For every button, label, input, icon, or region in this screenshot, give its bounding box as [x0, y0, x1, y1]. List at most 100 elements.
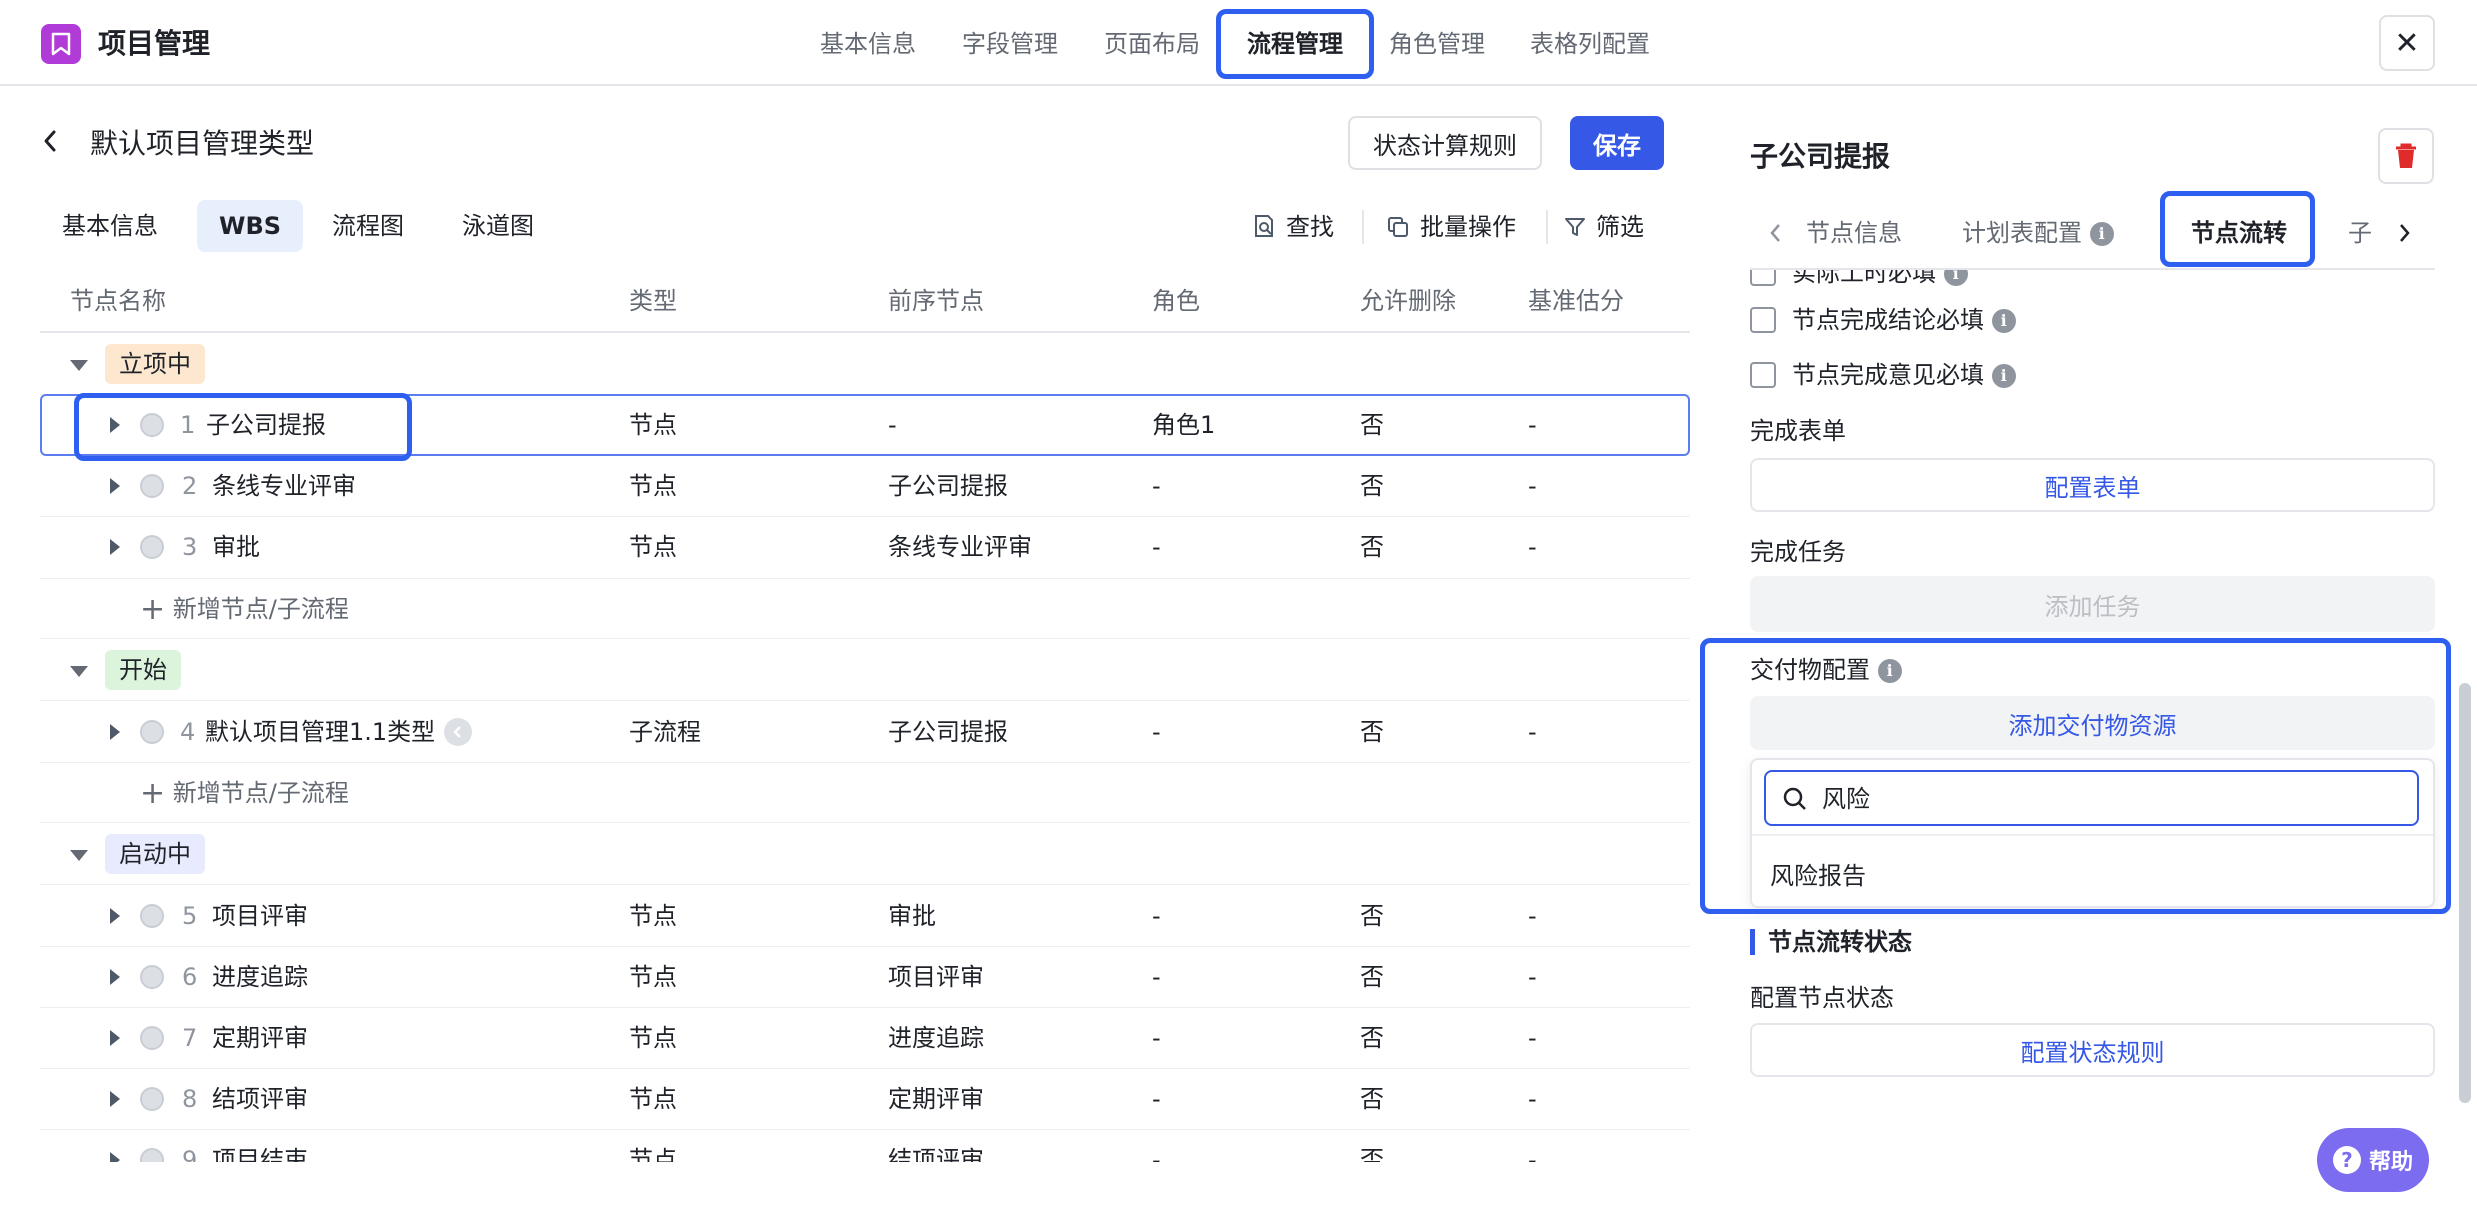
- add-task-button[interactable]: 添加任务: [1750, 576, 2435, 632]
- filter-tool[interactable]: 筛选: [1564, 210, 1644, 244]
- find-label: 查找: [1286, 213, 1334, 241]
- subtab-basic-info[interactable]: 基本信息: [40, 200, 180, 252]
- highlight-box: [1700, 638, 2451, 914]
- tab-table-column-config[interactable]: 表格列配置: [1530, 24, 1650, 64]
- tab-basic-info[interactable]: 基本信息: [820, 24, 916, 64]
- node-prev: 条线专业评审: [888, 533, 1032, 561]
- batch-tool[interactable]: 批量操作: [1386, 210, 1516, 244]
- node-prev: 进度追踪: [888, 1024, 984, 1052]
- info-icon: i: [2089, 222, 2114, 246]
- node-role: 角色1: [1152, 411, 1216, 439]
- tab-page-layout[interactable]: 页面布局: [1104, 24, 1200, 64]
- subflow-icon: [444, 718, 472, 746]
- highlight-box: [1216, 9, 1374, 79]
- node-role: -: [1152, 472, 1161, 500]
- expand-caret-icon[interactable]: [110, 1091, 120, 1107]
- node-allow-delete: 否: [1360, 902, 1384, 930]
- node-prev: 项目评审: [888, 963, 984, 991]
- group-tag: 启动中: [105, 834, 205, 874]
- tab-plan-config[interactable]: 计划表配置 i: [1962, 216, 2114, 250]
- tab-next-chevron-icon[interactable]: [2396, 219, 2412, 251]
- row-index: 8: [182, 1085, 198, 1113]
- node-type: 节点: [629, 963, 677, 991]
- row-divider: [40, 822, 1690, 823]
- checkbox-actual-hours[interactable]: [1750, 270, 1776, 286]
- status-dot-icon: [140, 1026, 164, 1050]
- add-node-button[interactable]: + 新增节点/子流程: [140, 776, 349, 811]
- checkbox-conclusion-required[interactable]: [1750, 307, 1776, 333]
- node-prev: 审批: [888, 902, 936, 930]
- expand-caret-icon[interactable]: [110, 724, 120, 740]
- expand-caret-icon[interactable]: [110, 969, 120, 985]
- row-divider: [40, 516, 1690, 517]
- table-row[interactable]: 9 项目结束 节点 结项评审 - 否 -: [0, 1130, 1700, 1162]
- trash-icon: [2396, 143, 2416, 168]
- node-type: 节点: [629, 1146, 677, 1162]
- tab-field-management[interactable]: 字段管理: [962, 24, 1058, 64]
- status-dot-icon: [140, 965, 164, 989]
- group-tag: 开始: [105, 650, 181, 690]
- expand-caret-icon[interactable]: [110, 1152, 120, 1162]
- collapse-caret-icon[interactable]: [70, 850, 88, 861]
- back-chevron-icon[interactable]: [40, 126, 60, 164]
- collapse-caret-icon[interactable]: [70, 360, 88, 371]
- help-button[interactable]: ? 帮助: [2317, 1128, 2429, 1192]
- tab-node-info[interactable]: 节点信息: [1806, 216, 1902, 250]
- config-status-button[interactable]: 配置状态规则: [1750, 1023, 2435, 1077]
- row-index: 6: [182, 963, 198, 991]
- node-baseline: -: [1528, 1024, 1537, 1052]
- plus-icon: +: [140, 776, 166, 811]
- save-button[interactable]: 保存: [1570, 116, 1664, 170]
- checkbox-label: 节点完成意见必填 i: [1792, 358, 2016, 392]
- status-rule-button[interactable]: 状态计算规则: [1348, 116, 1542, 170]
- node-allow-delete: 否: [1360, 1085, 1384, 1113]
- node-role: -: [1152, 1085, 1161, 1113]
- expand-caret-icon[interactable]: [110, 908, 120, 924]
- checkbox-opinion-required[interactable]: [1750, 362, 1776, 388]
- tab-prev-chevron-icon[interactable]: [1768, 219, 1784, 251]
- add-node-button[interactable]: + 新增节点/子流程: [140, 592, 349, 627]
- info-icon: i: [1991, 364, 2016, 388]
- col-header-allow-delete: 允许删除: [1360, 287, 1456, 315]
- status-dot-icon: [140, 1148, 164, 1162]
- panel-title: 子公司提报: [1750, 140, 1891, 173]
- status-dot-icon: [140, 720, 164, 744]
- node-prev: 结项评审: [888, 1146, 984, 1162]
- divider: [1362, 210, 1364, 244]
- node-baseline: -: [1528, 411, 1537, 439]
- tab-role-management[interactable]: 角色管理: [1389, 24, 1485, 64]
- expand-caret-icon[interactable]: [110, 478, 120, 494]
- node-prev: 定期评审: [888, 1085, 984, 1113]
- subtab-flowchart[interactable]: 流程图: [310, 200, 426, 252]
- node-name: 进度追踪: [212, 963, 308, 991]
- close-button[interactable]: ✕: [2379, 15, 2435, 71]
- row-index: 9: [182, 1146, 198, 1162]
- node-name: 结项评审: [212, 1085, 308, 1113]
- highlight-box: [2160, 191, 2315, 267]
- info-icon: i: [1991, 309, 2016, 333]
- expand-caret-icon[interactable]: [110, 539, 120, 555]
- copy-icon: [1388, 217, 1408, 237]
- node-type: 节点: [629, 1024, 677, 1052]
- subtab-wbs[interactable]: WBS: [197, 200, 304, 252]
- collapse-caret-icon[interactable]: [70, 666, 88, 677]
- status-dot-icon: [140, 535, 164, 559]
- node-type: 节点: [629, 902, 677, 930]
- scrollbar[interactable]: [2459, 683, 2471, 1103]
- row-divider: [40, 884, 1690, 885]
- tab-sub[interactable]: 子: [2348, 216, 2372, 250]
- subtab-swimlane[interactable]: 泳道图: [440, 200, 556, 252]
- node-allow-delete: 否: [1360, 718, 1384, 746]
- checkbox-label: 节点完成结论必填 i: [1792, 303, 2016, 337]
- delete-button[interactable]: [2378, 128, 2434, 184]
- find-tool[interactable]: 查找: [1252, 210, 1334, 244]
- config-form-button[interactable]: 配置表单: [1750, 458, 2435, 512]
- section-marker: [1750, 929, 1755, 955]
- node-type: 节点: [629, 472, 677, 500]
- expand-caret-icon[interactable]: [110, 1030, 120, 1046]
- info-icon: i: [1943, 270, 1968, 286]
- row-divider: [40, 762, 1690, 763]
- top-bar: 项目管理 基本信息 字段管理 页面布局 流程管理 角色管理 表格列配置 ✕: [0, 0, 2477, 86]
- node-name: 条线专业评审: [212, 472, 356, 500]
- group-tag: 立项中: [105, 344, 205, 384]
